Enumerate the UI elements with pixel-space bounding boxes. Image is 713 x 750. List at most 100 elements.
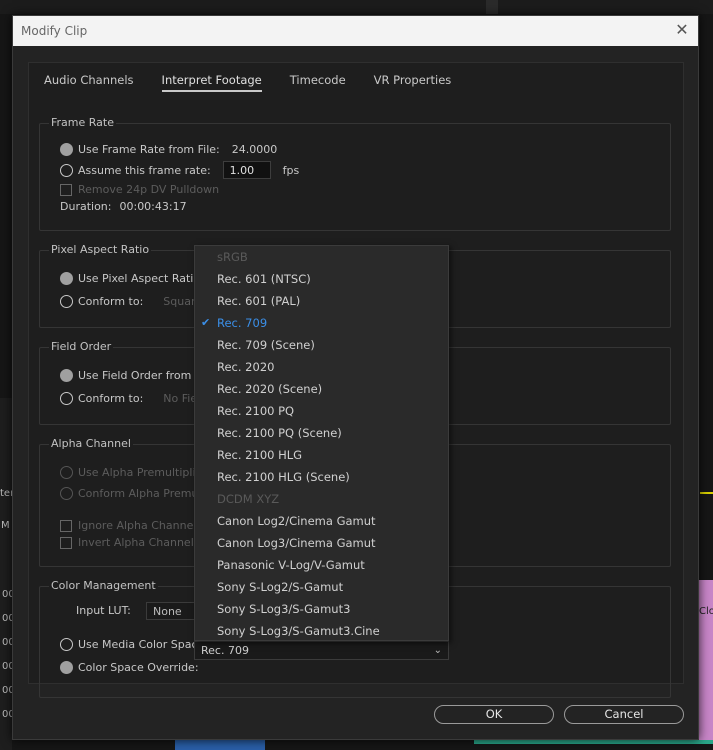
cancel-button[interactable]: Cancel [564,705,684,724]
bg-video-track [175,740,265,750]
color-space-override-option[interactable]: Color Space Override: [60,661,199,674]
radio-button[interactable] [60,163,73,177]
fps-unit-label: fps [282,163,300,177]
remove-pulldown-option: Remove 24p DV Pulldown [60,183,219,196]
media-color-space-label: Use Media Color Space f [78,638,212,651]
checkbox [60,183,72,196]
pulldown-label: Remove 24p DV Pulldown [78,183,220,196]
duration-label: Duration: [60,200,112,213]
dropdown-option[interactable]: Rec. 2100 PQ [195,400,448,422]
dropdown-option[interactable]: Sony S-Log3/S-Gamut3.Cine [195,620,448,642]
field-order-title: Field Order [49,340,114,353]
bg-audio-track [474,740,713,744]
dropdown-option-label: Rec. 2020 [217,360,275,374]
input-lut-select[interactable]: None [146,602,198,620]
dropdown-option-label: DCDM XYZ [217,492,280,506]
color-management-title: Color Management [49,579,158,592]
frame-rate-group: Frame Rate Use Frame Rate from File: 24.… [39,116,671,231]
dropdown-option-label: Rec. 601 (PAL) [217,294,301,308]
duration-value: 00:00:43:17 [119,200,187,213]
use-alpha-premult-option: Use Alpha Premultiplica [60,466,208,479]
checkbox [60,519,72,532]
dropdown-option-label: Rec. 2100 HLG (Scene) [217,470,350,484]
tab-vr-properties[interactable]: VR Properties [374,73,452,92]
dropdown-option-label: Rec. 2100 PQ [217,404,295,418]
radio-button[interactable] [60,638,73,651]
conform-label: Conform to: [78,295,144,308]
ok-button[interactable]: OK [434,705,554,724]
dropdown-option[interactable]: ✔ Rec. 709 [195,312,448,334]
use-media-color-space-option[interactable]: Use Media Color Space f [60,638,212,651]
dropdown-option[interactable]: Rec. 2020 (Scene) [195,378,448,400]
bg-top-handle [486,0,498,14]
dropdown-option-label: Canon Log2/Cinema Gamut [217,514,376,528]
dropdown-option-label: Rec. 2100 PQ (Scene) [217,426,342,440]
dropdown-option[interactable]: Rec. 601 (NTSC) [195,268,448,290]
duration-row: Duration: 00:00:43:17 [60,200,187,213]
radio-button[interactable] [60,661,73,674]
dropdown-option-label: Rec. 709 [217,316,268,330]
conform-label: Conform to: [78,392,144,405]
use-field-order-from-file-option[interactable]: Use Field Order from File [60,369,213,382]
use-alpha-label: Use Alpha Premultiplica [78,466,209,479]
input-lut-label: Input LUT: [76,604,131,617]
dropdown-option: DCDM XYZ [195,488,448,510]
color-space-select-value: Rec. 709 [201,644,249,657]
use-pixel-aspect-label: Use Pixel Aspect Ratio fr [78,272,212,285]
use-pixel-aspect-from-file-option[interactable]: Use Pixel Aspect Ratio fr [60,272,212,285]
bg-left-panel [0,398,12,750]
radio-button [60,487,73,500]
radio-button[interactable] [60,295,73,308]
frame-rate-title: Frame Rate [49,116,116,129]
radio-button[interactable] [60,392,73,405]
dialog-title: Modify Clip [21,24,88,38]
field-order-conform-option[interactable]: Conform to: No Field [60,392,207,405]
ignore-alpha-option: Ignore Alpha Channel [60,519,196,532]
dropdown-option: sRGB [195,246,448,268]
close-icon: ✕ [675,20,689,39]
radio-button[interactable] [60,143,73,156]
dropdown-option[interactable]: Rec. 2100 HLG [195,444,448,466]
dropdown-option[interactable]: Rec. 601 (PAL) [195,290,448,312]
tab-bar: Audio Channels Interpret Footage Timecod… [44,73,451,92]
color-space-override-select[interactable]: Rec. 709 ⌄ [194,641,449,660]
bg-playhead-marker [700,492,713,494]
frame-rate-input[interactable]: 1.00 [222,161,271,179]
dropdown-option[interactable]: Rec. 709 (Scene) [195,334,448,356]
checkbox [60,536,72,549]
dropdown-option[interactable]: Sony S-Log3/S-Gamut3 [195,598,448,620]
dropdown-option[interactable]: Rec. 2100 PQ (Scene) [195,422,448,444]
dropdown-option-label: Sony S-Log3/S-Gamut3.Cine [217,624,380,638]
override-label: Color Space Override: [78,661,199,674]
close-button[interactable]: ✕ [672,20,692,40]
pixel-aspect-conform-option[interactable]: Conform to: Square P [60,295,212,308]
title-bar: Modify Clip ✕ [13,16,698,46]
tab-audio-channels[interactable]: Audio Channels [44,73,134,92]
dropdown-option-label: Canon Log3/Cinema Gamut [217,536,376,550]
dropdown-option-label: sRGB [217,250,248,264]
dropdown-option[interactable]: Rec. 2020 [195,356,448,378]
dropdown-option[interactable]: Rec. 2100 HLG (Scene) [195,466,448,488]
dropdown-option-label: Rec. 2020 (Scene) [217,382,323,396]
input-lut-row: Input LUT: [76,604,131,617]
tab-timecode[interactable]: Timecode [290,73,346,92]
dropdown-option[interactable]: Canon Log2/Cinema Gamut [195,510,448,532]
bg-left-text-b: M [1,520,10,531]
invert-alpha-label: Invert Alpha Channel [78,536,194,549]
tab-interpret-footage[interactable]: Interpret Footage [161,73,262,92]
assume-frame-rate-option[interactable]: Assume this frame rate: 1.00 fps [60,161,299,179]
dropdown-option[interactable]: Panasonic V-Log/V-Gamut [195,554,448,576]
chevron-down-icon: ⌄ [433,645,442,656]
use-frame-rate-from-file-option[interactable]: Use Frame Rate from File: 24.0000 [60,143,277,156]
dropdown-option-label: Sony S-Log2/S-Gamut [217,580,344,594]
dropdown-option[interactable]: Canon Log3/Cinema Gamut [195,532,448,554]
dropdown-option-label: Sony S-Log3/S-Gamut3 [217,602,351,616]
radio-button[interactable] [60,272,73,285]
dropdown-option-label: Panasonic V-Log/V-Gamut [217,558,365,572]
alpha-channel-title: Alpha Channel [49,437,133,450]
assume-frame-rate-label: Assume this frame rate: [78,163,211,177]
dropdown-option[interactable]: Sony S-Log2/S-Gamut [195,576,448,598]
radio-button[interactable] [60,369,73,382]
color-space-dropdown-list: sRGB Rec. 601 (NTSC) Rec. 601 (PAL) ✔ Rec. 7… [194,245,449,641]
invert-alpha-option: Invert Alpha Channel [60,536,194,549]
